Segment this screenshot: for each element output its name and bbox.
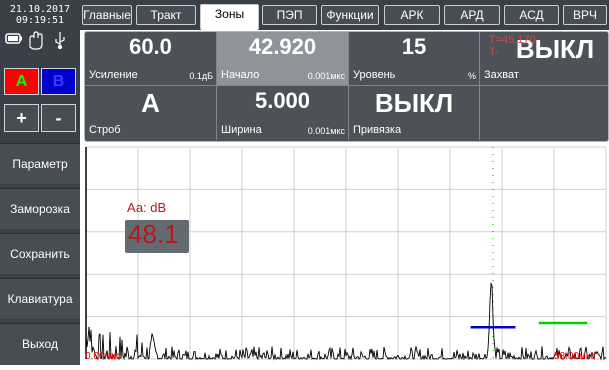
- plus-button[interactable]: +: [4, 104, 39, 132]
- hand-icon: [29, 31, 43, 50]
- empty-cell: [480, 86, 608, 140]
- tab-6[interactable]: АРК: [384, 5, 440, 25]
- capture-label: Захват: [484, 69, 519, 81]
- gain-unit: 0.1дБ: [189, 71, 213, 81]
- save-button[interactable]: Сохранить: [0, 233, 80, 274]
- tab-1[interactable]: Главные: [82, 5, 132, 25]
- a-scan-plot[interactable]: [80, 0, 609, 365]
- start-value: 42.920: [248, 34, 317, 59]
- width-value: 5.000: [254, 88, 311, 113]
- start-cell[interactable]: 42.920 Начало 0.001мкс: [217, 32, 349, 86]
- clock: 21.10.2017 09:19:51: [0, 0, 80, 30]
- tab-7[interactable]: АРД: [444, 5, 500, 25]
- tab-bar: Главные Тракт Зоны ПЭП Функции АРК АРД АСД ВРЧ: [80, 0, 609, 30]
- width-unit: 0.001мкс: [307, 126, 345, 136]
- minus-button[interactable]: -: [41, 104, 76, 132]
- status-icons-svg: [5, 31, 65, 50]
- capture-overlay: T=45.170 T-: [489, 34, 536, 58]
- tab-4[interactable]: ПЭП: [262, 5, 317, 25]
- gate-value: A: [141, 88, 160, 118]
- level-unit: %: [467, 71, 476, 81]
- width-cell[interactable]: 5.000 Ширина 0.001мкс: [217, 86, 349, 140]
- start-unit: 0.001мкс: [307, 71, 345, 81]
- tab-2[interactable]: Тракт: [136, 5, 196, 25]
- tab-8[interactable]: АСД: [504, 5, 559, 25]
- gain-cell[interactable]: 60.0 Усиление 0.1дБ: [85, 32, 217, 86]
- capture-overlay-line2: T-: [489, 46, 499, 58]
- binding-value: ВЫКЛ: [374, 88, 454, 118]
- gain-label: Усиление: [89, 69, 138, 81]
- channel-b-button[interactable]: B: [41, 68, 76, 95]
- level-value: 15: [401, 34, 427, 59]
- capture-overlay-line1: T=45.170: [489, 34, 536, 46]
- gate-cell[interactable]: A Строб: [85, 86, 217, 140]
- axis-start-label: 0.00мкс: [85, 351, 121, 362]
- tab-5[interactable]: Функции: [321, 5, 379, 25]
- usb-icon: [55, 32, 65, 50]
- status-icons: [0, 30, 80, 64]
- a-scan-svg: [85, 0, 607, 361]
- level-cell[interactable]: 15 Уровень %: [349, 32, 480, 86]
- width-label: Ширина: [221, 124, 262, 136]
- start-label: Начало: [221, 69, 260, 81]
- binding-label: Привязка: [353, 124, 402, 136]
- gain-value: 60.0: [129, 34, 172, 59]
- clock-time: 09:19:51: [15, 15, 65, 26]
- keyboard-button[interactable]: Клавиатура: [0, 278, 80, 319]
- tab-3[interactable]: Зоны: [200, 4, 259, 30]
- exit-button[interactable]: Выход: [0, 323, 80, 365]
- parameter-button[interactable]: Параметр: [0, 143, 80, 184]
- measurement-label: Аа: dB: [127, 200, 167, 215]
- measurement-value: 48.1: [128, 219, 179, 249]
- tab-9[interactable]: ВРЧ: [563, 5, 607, 25]
- gate-label: Строб: [89, 124, 121, 136]
- level-label: Уровень: [353, 69, 396, 81]
- freeze-button[interactable]: Заморозка: [0, 188, 80, 229]
- clock-date: 21.10.2017: [9, 4, 71, 15]
- channel-a-button[interactable]: A: [4, 68, 39, 95]
- binding-cell[interactable]: ВЫКЛ Привязка: [349, 86, 480, 140]
- left-panel: A B + - Параметр Заморозка Сохранить Кла…: [0, 64, 80, 365]
- battery-icon: [5, 33, 22, 44]
- axis-end-label: 58.00мкс: [554, 351, 596, 362]
